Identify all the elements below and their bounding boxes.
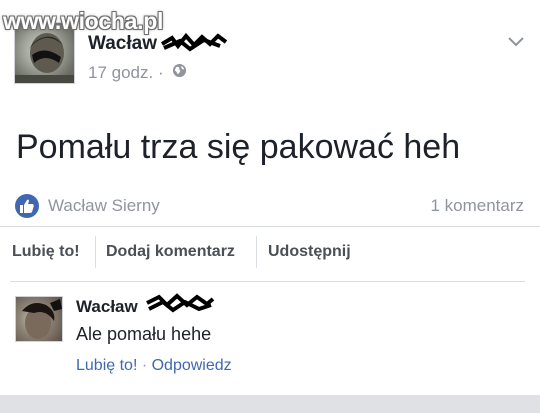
comment-actions: Lubię to! · Odpowiedz <box>76 357 232 375</box>
post-timestamp[interactable]: 17 godz. · <box>88 63 164 83</box>
action-separator <box>256 236 257 268</box>
comment-like-link[interactable]: Lubię to! <box>76 357 137 374</box>
post-card: www.wiocha.pl Wacław 17 godz. · Pomału t… <box>0 0 540 404</box>
globe-icon[interactable] <box>172 63 187 78</box>
action-separator <box>95 236 96 268</box>
share-button[interactable]: Udostępnij <box>268 243 351 261</box>
divider <box>10 281 525 282</box>
add-comment-button[interactable]: Dodaj komentarz <box>106 243 235 261</box>
likers-text[interactable]: Wacław Sierny <box>48 196 160 216</box>
divider <box>0 226 540 227</box>
comment-action-separator: · <box>137 357 152 374</box>
thumbs-up-glyph <box>20 199 34 213</box>
comments-count[interactable]: 1 komentarz <box>430 196 524 216</box>
comment-author-name[interactable]: Wacław <box>76 297 138 317</box>
redaction-scribble <box>160 32 228 52</box>
comment-reply-link[interactable]: Odpowiedz <box>152 357 232 374</box>
watermark-logo: www.wiocha.pl <box>3 8 164 34</box>
thumbs-up-icon <box>15 194 39 218</box>
post-body-text: Pomału trza się pakować heh <box>16 128 461 166</box>
redaction-scribble <box>146 293 215 313</box>
like-button[interactable]: Lubię to! <box>12 243 80 261</box>
chevron-down-icon[interactable] <box>507 36 525 48</box>
bottom-strip <box>0 395 540 413</box>
post-author-name[interactable]: Wacław <box>88 33 157 55</box>
commenter-avatar[interactable] <box>15 296 63 342</box>
comment-text: Ale pomału hehe <box>76 324 212 344</box>
avatar-photo <box>22 299 62 339</box>
